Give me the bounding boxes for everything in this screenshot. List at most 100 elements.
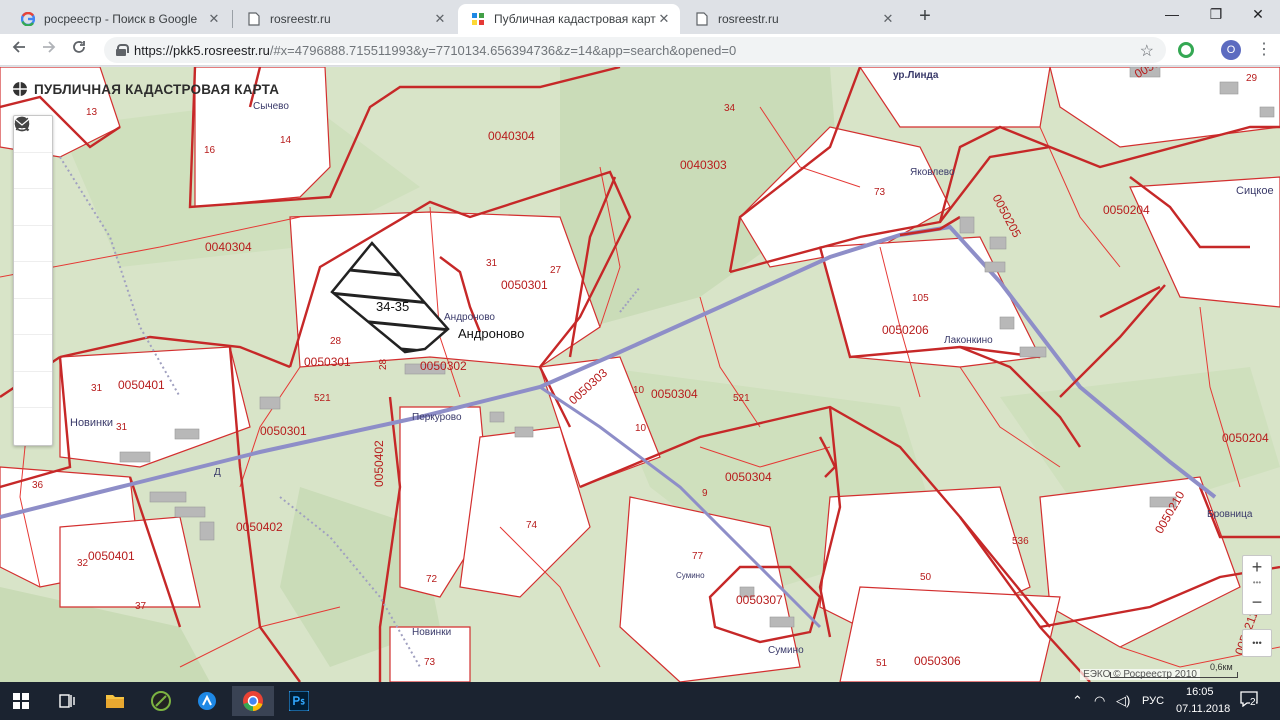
forward-button[interactable] bbox=[38, 39, 60, 61]
parcel-number: 77 bbox=[692, 551, 704, 562]
close-icon[interactable]: ✕ bbox=[880, 11, 896, 27]
tab-divider bbox=[232, 10, 233, 28]
browser-menu-icon[interactable]: ⋮ bbox=[1256, 40, 1272, 60]
taskbar-photoshop[interactable] bbox=[278, 686, 320, 716]
network-icon[interactable]: ◠ bbox=[1094, 693, 1105, 709]
parcel-number: 51 bbox=[876, 658, 888, 669]
parcel-number: 28 bbox=[330, 336, 342, 347]
parcel-number: 31 bbox=[486, 258, 498, 269]
maximize-button[interactable]: ❐ bbox=[1196, 4, 1236, 24]
windows-logo-icon bbox=[13, 693, 29, 709]
parcel-number: 73 bbox=[424, 657, 436, 668]
notifications-button[interactable]: 2 bbox=[1240, 691, 1258, 710]
favorites-tool-button[interactable] bbox=[14, 117, 52, 335]
print-tool-button[interactable] bbox=[14, 118, 52, 372]
info-tool-button[interactable] bbox=[14, 116, 52, 189]
taskbar-app-green[interactable] bbox=[140, 686, 182, 716]
quarter-label: 0040304 bbox=[488, 129, 535, 143]
quarter-label: 0050301 bbox=[304, 355, 351, 369]
quarter-label: 0040303 bbox=[680, 158, 727, 172]
url-text[interactable]: https://pkk5.rosreestr.ru/#x=4796888.715… bbox=[134, 43, 736, 58]
mail-tool-button[interactable] bbox=[14, 119, 52, 445]
parcel-number: 28 bbox=[378, 358, 389, 370]
place-name: Бровница bbox=[1207, 509, 1253, 520]
place-name: Андроново bbox=[444, 312, 495, 323]
scale-bar bbox=[1110, 672, 1238, 678]
taskbar-chrome[interactable] bbox=[232, 686, 274, 716]
task-view-icon bbox=[59, 694, 75, 708]
parcel-number: 34 bbox=[724, 103, 736, 114]
language-indicator[interactable]: РУС bbox=[1142, 695, 1164, 707]
layers-tool-button[interactable] bbox=[14, 117, 52, 226]
taskbar-app-blue[interactable] bbox=[186, 686, 228, 716]
zoom-in-button[interactable]: + bbox=[1243, 556, 1271, 578]
parcel-number: 32 bbox=[77, 558, 89, 569]
close-icon[interactable]: ✕ bbox=[206, 11, 222, 27]
quarter-label: 0050307 bbox=[736, 593, 783, 607]
draw-tool-button[interactable] bbox=[14, 119, 52, 262]
page-icon bbox=[246, 11, 262, 27]
chrome-icon bbox=[243, 691, 263, 711]
start-button[interactable] bbox=[0, 686, 42, 716]
help-tool-button[interactable] bbox=[14, 116, 52, 408]
tab-cadastral-map[interactable]: Публичная кадастровая карта ✕ bbox=[458, 4, 680, 34]
extension-icon[interactable] bbox=[1178, 42, 1194, 58]
map-brand: ПУБЛИЧНАЯ КАДАСТРОВАЯ КАРТА bbox=[12, 81, 279, 97]
reload-button[interactable] bbox=[68, 39, 90, 61]
address-bar[interactable]: https://pkk5.rosreestr.ru/#x=4796888.715… bbox=[104, 37, 1166, 63]
zoom-handle[interactable]: ••• bbox=[1243, 578, 1271, 592]
task-view-button[interactable] bbox=[46, 686, 88, 716]
taskbar-explorer[interactable] bbox=[94, 686, 136, 716]
parcel-number: 73 bbox=[874, 187, 886, 198]
parcel-number: 31 bbox=[91, 383, 103, 394]
back-arrow-icon bbox=[12, 41, 25, 53]
parcel-number: 31 bbox=[116, 422, 128, 433]
close-icon[interactable]: ✕ bbox=[656, 11, 672, 27]
zoom-out-button[interactable]: − bbox=[1243, 592, 1271, 614]
pkk-logo-icon bbox=[12, 81, 28, 97]
parcel-number: 10 bbox=[635, 423, 647, 434]
tray-chevron-icon[interactable]: ⌃ bbox=[1072, 693, 1083, 709]
back-button[interactable] bbox=[8, 39, 30, 61]
clock-date[interactable]: 07.11.2018 bbox=[1176, 703, 1230, 715]
parcel-number: 16 bbox=[204, 145, 216, 156]
windows-taskbar: ⌃ ◠ ◁) РУС 16:05 07.11.2018 2 bbox=[0, 682, 1280, 720]
browser-toolbar: https://pkk5.rosreestr.ru/#x=4796888.715… bbox=[0, 34, 1280, 66]
close-icon[interactable]: ✕ bbox=[432, 11, 448, 27]
minimize-button[interactable]: — bbox=[1152, 4, 1192, 24]
parcel-number: 13 bbox=[86, 107, 98, 118]
tab-title: Публичная кадастровая карта bbox=[494, 12, 656, 26]
cadastral-map[interactable]: 0040304 0040303 0040304 0050301 0050302 … bbox=[0, 67, 1280, 682]
quarter-label: 0050402 bbox=[236, 520, 283, 534]
tab-google-search[interactable]: росреестр - Поиск в Google ✕ bbox=[8, 4, 230, 34]
tab-title: росреестр - Поиск в Google bbox=[44, 12, 198, 26]
profile-avatar[interactable]: O bbox=[1221, 40, 1241, 60]
selected-parcel-label[interactable]: 34-35 bbox=[376, 299, 409, 314]
tab-strip: росреестр - Поиск в Google ✕ rosreestr.r… bbox=[0, 0, 1280, 34]
quarter-label: 0050301 bbox=[260, 424, 307, 438]
quarter-label: 0050401 bbox=[88, 549, 135, 563]
tab-rosreestr-2[interactable]: rosreestr.ru ✕ bbox=[682, 4, 904, 34]
parcel-number: 521 bbox=[733, 393, 750, 404]
measure-tool-button[interactable] bbox=[14, 117, 52, 299]
place-name: Сумино bbox=[768, 645, 804, 656]
folder-icon bbox=[106, 695, 124, 708]
new-tab-button[interactable]: + bbox=[914, 6, 936, 28]
more-options-button[interactable]: ••• bbox=[1242, 629, 1272, 657]
map-canvas[interactable] bbox=[0, 67, 1280, 682]
quarter-label: 0050401 bbox=[118, 378, 165, 392]
parcel-number: 74 bbox=[526, 520, 538, 531]
parcel-number: 72 bbox=[426, 574, 438, 585]
place-name: Новинки bbox=[412, 627, 452, 638]
tab-rosreestr-1[interactable]: rosreestr.ru ✕ bbox=[234, 4, 456, 34]
parcel-number: 10 bbox=[633, 385, 645, 396]
volume-icon[interactable]: ◁) bbox=[1116, 693, 1130, 709]
window-close-button[interactable]: ✕ bbox=[1238, 4, 1278, 24]
clock-time[interactable]: 16:05 bbox=[1186, 686, 1214, 698]
bookmark-star-icon[interactable]: ☆ bbox=[1140, 41, 1154, 61]
place-name: Перкурово bbox=[412, 412, 462, 423]
place-name: Лаконкино bbox=[944, 335, 993, 346]
parcel-number: 27 bbox=[550, 265, 562, 276]
reload-icon bbox=[73, 41, 85, 53]
parcel-number: 37 bbox=[135, 601, 147, 612]
